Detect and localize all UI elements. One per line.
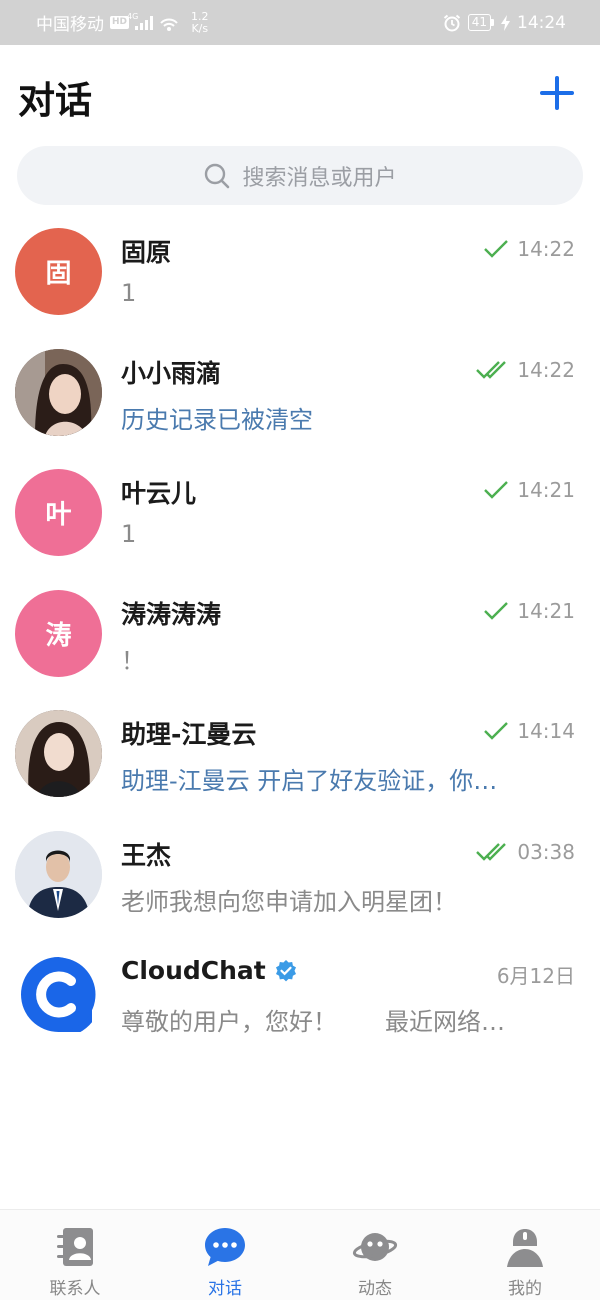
status-bar-right: 41 14:24 (443, 0, 566, 45)
chat-preview: 助理-江曼云 开启了好友验证，你… (121, 767, 498, 795)
chat-bubble-icon (205, 1228, 245, 1266)
avatar-photo (15, 348, 102, 436)
chat-row-xiaoxiaoyudi[interactable]: 小小雨滴 14:22 历史记录已被清空 (0, 332, 600, 453)
chat-time: 03:38 (517, 839, 575, 864)
chat-time: 14:21 (517, 478, 575, 502)
bottom-nav: 联系人 对话 动态 我的 (0, 1209, 600, 1300)
battery-icon: 41 (467, 14, 494, 31)
chat-time: 6月12日 (496, 964, 575, 988)
chat-time: 14:22 (517, 237, 575, 261)
nav-label: 对话 (208, 1279, 242, 1299)
avatar (15, 830, 102, 918)
avatar-photo (15, 830, 102, 918)
avatar: 涛 (15, 589, 102, 677)
search-input[interactable]: 搜索消息或用户 (17, 146, 583, 205)
chat-row-guyuan[interactable]: 固 固原 14:22 1 (0, 211, 600, 332)
chat-meta: 14:14 (483, 719, 575, 743)
chat-list: 固 固原 14:22 1 小小雨滴 14:22 历史记录已被清空 叶 叶云儿 1… (0, 211, 600, 1055)
sent-check-icon (483, 601, 509, 621)
search-icon (205, 163, 230, 188)
chat-preview: ！ (121, 646, 145, 675)
sent-check-icon (483, 721, 509, 741)
chat-preview: 1 (121, 520, 137, 548)
chat-time: 14:22 (517, 357, 575, 382)
chat-meta: 03:38 (475, 840, 575, 864)
signal-icon: 4G (127, 12, 154, 30)
status-bar: 中国移动 HD 4G 1.2 K/s 41 14:24 (0, 0, 600, 45)
cloudchat-logo-icon (15, 951, 102, 1038)
avatar: 固 (15, 228, 102, 315)
nav-contacts[interactable]: 联系人 (0, 1210, 150, 1300)
chat-name: 固原 (121, 238, 172, 267)
chat-row-yeyuner[interactable]: 叶 叶云儿 14:21 1 (0, 452, 600, 573)
status-bar-left: 中国移动 HD 4G 1.2 K/s (36, 0, 209, 45)
chat-meta: 14:22 (475, 358, 575, 382)
chat-preview: 历史记录已被清空 (121, 405, 313, 434)
nav-label: 我的 (508, 1279, 542, 1299)
chat-row-taotao[interactable]: 涛 涛涛涛涛 14:21 ！ (0, 573, 600, 694)
search-placeholder: 搜索消息或用户 (242, 165, 397, 191)
page-header: 对话 (0, 45, 600, 142)
chat-time: 14:14 (517, 719, 575, 743)
chat-preview: 尊敬的用户，您好！ 最近网络… (121, 1008, 505, 1036)
battery-level: 41 (467, 14, 491, 31)
read-double-check-icon (475, 360, 509, 380)
sent-check-icon (483, 480, 509, 500)
chat-meta: 6月12日 (497, 960, 575, 989)
avatar-initial: 涛 (45, 620, 72, 651)
nav-chats[interactable]: 对话 (150, 1210, 300, 1300)
sent-check-icon (483, 239, 509, 259)
avatar-photo (15, 710, 102, 797)
chat-meta: 14:22 (483, 237, 575, 261)
nav-moments[interactable]: 动态 (300, 1210, 450, 1300)
chat-name: 涛涛涛涛 (121, 599, 222, 629)
charging-icon (501, 14, 510, 31)
avatar (15, 710, 102, 797)
network-speed: 1.2 K/s (191, 10, 209, 35)
chat-name: CloudChat (121, 956, 298, 985)
chat-name: 叶云儿 (121, 479, 197, 508)
chat-name: 助理-江曼云 (121, 720, 257, 749)
chat-meta: 14:21 (483, 599, 575, 623)
avatar-initial: 叶 (45, 500, 72, 530)
page-title: 对话 (18, 79, 92, 122)
verified-badge-icon (275, 959, 296, 981)
carrier-name: 中国移动 (36, 15, 104, 35)
chat-name: 小小雨滴 (121, 358, 222, 388)
avatar: 叶 (15, 469, 102, 556)
alarm-icon (443, 14, 460, 31)
wifi-icon (160, 18, 178, 31)
nav-label: 联系人 (49, 1279, 101, 1299)
chat-preview: 老师我想向您申请加入明星团！ (121, 887, 457, 916)
chat-row-wangjie[interactable]: 王杰 03:38 老师我想向您申请加入明星团！ (0, 814, 600, 935)
chat-name: 王杰 (121, 840, 172, 870)
chat-preview: 1 (121, 279, 137, 307)
chat-row-assistant-jiangmanyun[interactable]: 助理-江曼云 14:14 助理-江曼云 开启了好友验证，你… (0, 693, 600, 814)
chat-name-text: CloudChat (121, 956, 266, 985)
network-type: 4G (127, 11, 139, 21)
status-time: 14:24 (517, 12, 566, 33)
avatar-initial: 固 (45, 259, 72, 289)
chat-meta: 14:21 (483, 478, 575, 502)
planet-icon (352, 1233, 398, 1261)
profile-icon (507, 1229, 543, 1267)
speed-unit: K/s (191, 21, 209, 35)
plus-icon[interactable] (540, 76, 574, 110)
chat-time: 14:21 (517, 598, 575, 623)
contacts-icon (57, 1228, 93, 1266)
read-double-check-icon (475, 842, 509, 862)
nav-label: 动态 (358, 1279, 392, 1299)
avatar (15, 348, 102, 436)
chat-row-cloudchat[interactable]: CloudChat 6月12日 尊敬的用户，您好！ 最近网络… (0, 934, 600, 1055)
nav-me[interactable]: 我的 (450, 1210, 600, 1300)
